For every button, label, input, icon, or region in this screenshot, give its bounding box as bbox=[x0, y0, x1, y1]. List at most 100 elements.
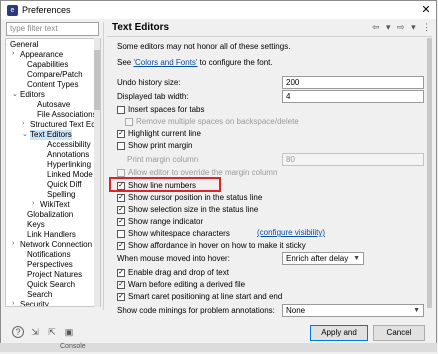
tree-item[interactable]: Structured Text Ec bbox=[30, 120, 95, 130]
apply-and-close-button[interactable]: Apply and Close bbox=[310, 325, 368, 351]
tree-item[interactable]: Appearance bbox=[20, 50, 63, 60]
tree-item[interactable]: Perspectives bbox=[27, 260, 73, 270]
checkbox-label: Show affordance in hover on how to make … bbox=[128, 241, 306, 250]
eclipse-app-icon: e bbox=[7, 5, 18, 16]
tree-item[interactable]: Globalization bbox=[27, 210, 73, 220]
title-bar: e Preferences ✕ bbox=[1, 1, 436, 19]
checkbox-label: Show cursor position in the status line bbox=[128, 193, 263, 202]
tree-item[interactable]: Autosave bbox=[37, 100, 70, 110]
tree-item[interactable]: File Associations bbox=[37, 110, 97, 120]
checkbox-label: Show whitespace characters bbox=[128, 229, 230, 238]
see-suffix: to configure the font. bbox=[197, 58, 273, 67]
chevron-down-icon[interactable]: ⌄ bbox=[6, 40, 8, 48]
checkbox-label: Allow editor to override the margin colu… bbox=[128, 168, 278, 177]
preferences-tree: ⌄General›AppearanceCapabilitiesCompare/P… bbox=[5, 38, 101, 307]
tree-item[interactable]: WikiText bbox=[40, 200, 70, 210]
see-colors-text: See 'Colors and Fonts' to configure the … bbox=[117, 58, 273, 67]
tree-item[interactable]: Security bbox=[20, 300, 49, 306]
checkbox[interactable]: ✓ bbox=[117, 130, 125, 138]
annotation-highlight-box bbox=[109, 177, 221, 192]
chevron-right-icon[interactable]: › bbox=[12, 50, 14, 57]
undo-history-label: Undo history size: bbox=[117, 78, 181, 87]
undo-history-input[interactable]: 200 bbox=[282, 76, 424, 89]
checkbox[interactable]: ✓ bbox=[117, 269, 125, 277]
tree-item[interactable]: Quick Diff bbox=[47, 180, 82, 190]
tree-item[interactable]: Hyperlinking bbox=[47, 160, 91, 170]
checkbox[interactable]: ✓ bbox=[117, 194, 125, 202]
chevron-down-icon[interactable]: ⌄ bbox=[22, 130, 28, 138]
tree-scrollbar-thumb[interactable] bbox=[94, 50, 100, 110]
configure-visibility-link[interactable]: (configure visibility) bbox=[257, 228, 325, 237]
chevron-right-icon[interactable]: › bbox=[22, 120, 24, 127]
checkbox-label: Show selection size in the status line bbox=[128, 205, 259, 214]
tree-item[interactable]: Editors bbox=[20, 90, 45, 100]
help-icon[interactable]: ? bbox=[12, 326, 24, 338]
checkbox-label: Warn before editing a derived file bbox=[128, 280, 246, 289]
tree-item[interactable]: Compare/Patch bbox=[27, 70, 83, 80]
code-minings-label: Show code minings for problem annotation… bbox=[117, 306, 275, 315]
code-minings-select[interactable]: None ▼ bbox=[282, 304, 424, 317]
splitter[interactable] bbox=[103, 22, 104, 310]
checkbox[interactable] bbox=[117, 142, 125, 150]
checkbox[interactable]: ✓ bbox=[117, 206, 125, 214]
checkbox[interactable]: ✓ bbox=[117, 218, 125, 226]
tree-scrollbar[interactable] bbox=[94, 38, 100, 307]
checkbox[interactable]: ✓ bbox=[117, 242, 125, 250]
print-margin-label: Print margin column bbox=[127, 155, 199, 164]
chevron-right-icon[interactable]: › bbox=[12, 300, 14, 306]
checkbox[interactable] bbox=[117, 169, 125, 177]
hover-select[interactable]: Enrich after delay ▼ bbox=[282, 252, 364, 265]
page-title: Text Editors bbox=[112, 22, 170, 33]
tree-item[interactable]: Content Types bbox=[27, 80, 78, 90]
history-nav-buttons[interactable]: ⇦ ▾ ⇨ ▾ ⋮ bbox=[372, 22, 433, 33]
page-scrollbar-thumb[interactable] bbox=[427, 38, 432, 308]
open-icon[interactable]: ▣ bbox=[63, 326, 75, 338]
chevron-down-icon: ▼ bbox=[413, 307, 420, 314]
filter-input[interactable]: type filter text bbox=[6, 22, 99, 36]
chevron-down-icon[interactable]: ⌄ bbox=[12, 90, 18, 98]
see-prefix: See bbox=[117, 58, 134, 67]
cancel-button[interactable]: Cancel bbox=[373, 325, 425, 341]
checkbox[interactable] bbox=[117, 106, 125, 114]
export-icon[interactable]: ⇱ bbox=[46, 326, 58, 338]
tree-item[interactable]: Annotations bbox=[47, 150, 89, 160]
taskbar-strip: Console bbox=[0, 343, 437, 352]
tab-width-input[interactable]: 4 bbox=[282, 90, 424, 103]
checkbox-label: Remove multiple spaces on backspace/dele… bbox=[136, 117, 299, 126]
chevron-right-icon[interactable]: › bbox=[12, 240, 14, 247]
tree-item[interactable]: Network Connection bbox=[20, 240, 92, 250]
tree-item[interactable]: Capabilities bbox=[27, 60, 68, 70]
import-icon[interactable]: ⇲ bbox=[29, 326, 41, 338]
close-icon[interactable]: ✕ bbox=[417, 2, 435, 18]
tree-item[interactable]: Quick Search bbox=[27, 280, 75, 290]
tree-item[interactable]: Notifications bbox=[27, 250, 71, 260]
window-title: Preferences bbox=[22, 5, 71, 15]
checkbox[interactable]: ✓ bbox=[117, 293, 125, 301]
print-margin-input[interactable]: 80 bbox=[282, 153, 424, 166]
colors-and-fonts-link[interactable]: 'Colors and Fonts' bbox=[133, 58, 197, 67]
console-tab[interactable]: Console bbox=[60, 343, 86, 350]
tree-item[interactable]: General bbox=[10, 40, 38, 50]
checkbox-label: Show print margin bbox=[128, 141, 193, 150]
hover-select-value: Enrich after delay bbox=[286, 254, 349, 263]
checkbox-label: Highlight current line bbox=[128, 129, 201, 138]
hover-label: When mouse moved into hover: bbox=[117, 254, 230, 263]
tree-item[interactable]: Keys bbox=[27, 220, 45, 230]
tree-item[interactable]: Project Natures bbox=[27, 270, 82, 280]
tree-item[interactable]: Text Editors bbox=[30, 130, 72, 140]
checkbox[interactable] bbox=[117, 230, 125, 238]
tree-item[interactable]: Search bbox=[27, 290, 52, 300]
chevron-down-icon: ▼ bbox=[353, 255, 360, 262]
header-divider bbox=[107, 36, 432, 37]
tree-item[interactable]: Spelling bbox=[47, 190, 75, 200]
chevron-right-icon[interactable]: › bbox=[32, 200, 34, 207]
page-scrollbar[interactable] bbox=[427, 38, 432, 308]
tree-item[interactable]: Accessibility bbox=[47, 140, 91, 150]
checkbox[interactable] bbox=[125, 118, 133, 126]
code-minings-value: None bbox=[286, 306, 306, 315]
tree-item[interactable]: Link Handlers bbox=[27, 230, 76, 240]
checkbox-label: Insert spaces for tabs bbox=[128, 105, 205, 114]
checkbox[interactable]: ✓ bbox=[117, 281, 125, 289]
intro-text: Some editors may not honor all of these … bbox=[117, 42, 291, 51]
tree-item[interactable]: Linked Mode bbox=[47, 170, 93, 180]
